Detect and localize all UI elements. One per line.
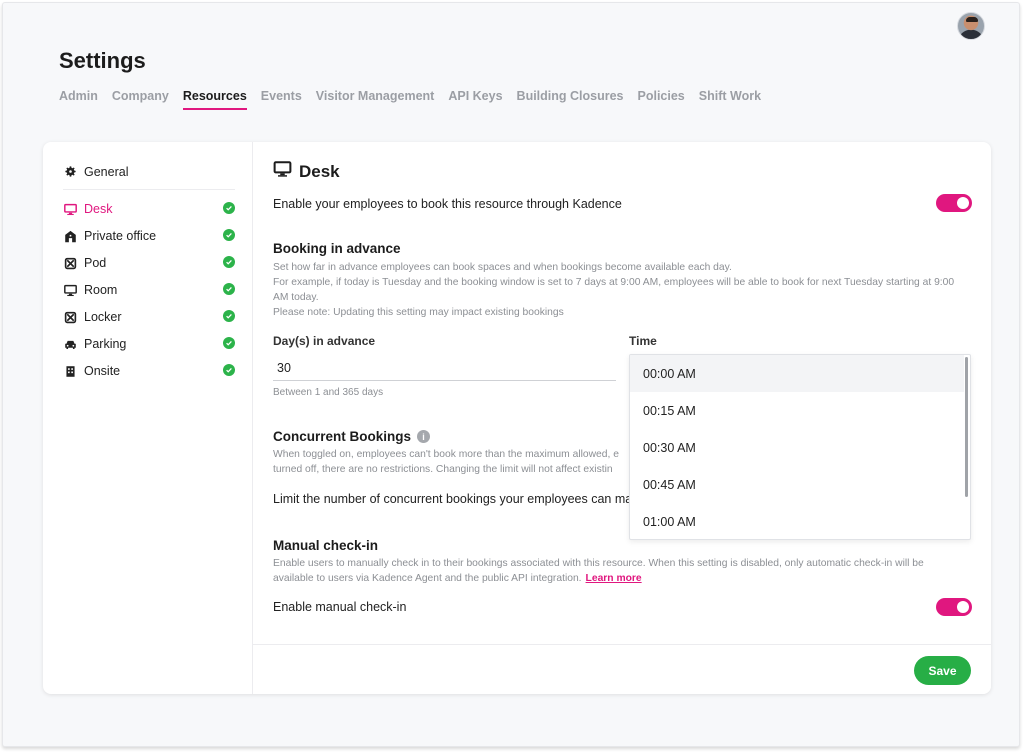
info-icon[interactable]: i <box>417 430 430 443</box>
sidebar-item-private-office[interactable]: Private office <box>63 226 235 246</box>
check-icon <box>223 337 235 349</box>
settings-tabs: Admin Company Resources Events Visitor M… <box>59 89 775 110</box>
booking-advance-desc: Set how far in advance employees can boo… <box>273 262 732 273</box>
car-icon <box>63 337 77 351</box>
footer-bar: Save <box>253 644 991 694</box>
tab-building-closures[interactable]: Building Closures <box>517 89 624 110</box>
concurrent-bookings-desc: When toggled on, employees can't book mo… <box>273 449 619 460</box>
concurrent-bookings-title: Concurrent Bookings <box>273 429 412 444</box>
tab-events[interactable]: Events <box>261 89 302 110</box>
check-icon <box>223 310 235 322</box>
locker-icon <box>63 310 77 324</box>
time-option[interactable]: 00:30 AM <box>630 429 964 466</box>
sidebar-item-label: Parking <box>84 337 127 351</box>
tab-policies[interactable]: Policies <box>638 89 685 110</box>
user-avatar[interactable] <box>957 12 985 40</box>
manual-checkin-desc: Enable users to manually check in to the… <box>273 558 924 569</box>
door-icon <box>63 229 77 243</box>
tab-api-keys[interactable]: API Keys <box>448 89 502 110</box>
time-option[interactable]: 00:15 AM <box>630 392 964 429</box>
tab-visitor-management[interactable]: Visitor Management <box>316 89 435 110</box>
sidebar-item-onsite[interactable]: Onsite <box>63 361 235 381</box>
time-option[interactable]: 00:00 AM <box>630 355 964 392</box>
check-icon <box>223 256 235 268</box>
monitor-icon <box>273 160 292 183</box>
sidebar-item-general[interactable]: General <box>63 162 235 190</box>
sidebar-item-label: Onsite <box>84 364 121 378</box>
resource-sidebar: General Desk Private office Pod Room Loc… <box>43 142 253 694</box>
monitor-icon <box>63 202 77 216</box>
sidebar-item-pod[interactable]: Pod <box>63 253 235 273</box>
booking-advance-title: Booking in advance <box>273 241 401 256</box>
check-icon <box>223 229 235 241</box>
manual-checkin-title: Manual check-in <box>273 538 379 553</box>
tab-resources[interactable]: Resources <box>182 89 247 110</box>
dropdown-scrollbar[interactable] <box>965 357 968 497</box>
section-title: Desk <box>299 161 340 181</box>
time-dropdown[interactable]: 00:00 AM 00:15 AM 00:30 AM 00:45 AM 01:0… <box>629 354 971 540</box>
check-icon <box>223 202 235 214</box>
sidebar-item-label: Locker <box>84 310 122 324</box>
time-option[interactable]: 01:00 AM <box>630 503 964 539</box>
monitor-icon <box>63 283 77 297</box>
days-in-advance-hint: Between 1 and 365 days <box>273 387 384 398</box>
save-button[interactable]: Save <box>914 656 971 685</box>
manual-checkin-label: Enable manual check-in <box>273 600 407 614</box>
learn-more-link[interactable]: Learn more <box>586 573 642 584</box>
manual-checkin-desc-2: available to users via Kadence Agent and… <box>273 573 642 584</box>
pod-icon <box>63 256 77 270</box>
tab-company[interactable]: Company <box>112 89 169 110</box>
sidebar-item-label: Room <box>84 283 118 297</box>
manual-checkin-toggle[interactable] <box>936 598 972 616</box>
sidebar-item-room[interactable]: Room <box>63 280 235 300</box>
page-title: Settings <box>59 48 146 73</box>
sidebar-item-label: Private office <box>84 229 157 243</box>
sidebar-item-label: Desk <box>84 202 113 216</box>
section-header: Desk <box>273 160 340 183</box>
tab-admin[interactable]: Admin <box>59 89 98 110</box>
concurrent-limit-label: Limit the number of concurrent bookings … <box>273 492 633 506</box>
time-label: Time <box>629 334 657 348</box>
days-in-advance-label: Day(s) in advance <box>273 334 376 348</box>
enable-booking-toggle[interactable] <box>936 194 972 212</box>
sidebar-item-locker[interactable]: Locker <box>63 307 235 327</box>
sidebar-item-label: Pod <box>84 256 107 270</box>
time-option[interactable]: 00:45 AM <box>630 466 964 503</box>
tab-shift-work[interactable]: Shift Work <box>699 89 761 110</box>
gear-icon <box>63 165 77 179</box>
check-icon <box>223 364 235 376</box>
concurrent-bookings-desc-2: turned off, there are no restrictions. C… <box>273 464 613 475</box>
booking-advance-note: Please note: Updating this setting may i… <box>273 307 564 318</box>
enable-booking-label: Enable your employees to book this resou… <box>273 197 622 211</box>
sidebar-item-parking[interactable]: Parking <box>63 334 235 354</box>
booking-advance-example: For example, if today is Tuesday and the… <box>273 277 955 303</box>
days-in-advance-input[interactable] <box>273 356 616 381</box>
building-icon <box>63 364 77 378</box>
sidebar-item-desk[interactable]: Desk <box>63 199 235 219</box>
sidebar-item-label: General <box>84 164 129 179</box>
check-icon <box>223 283 235 295</box>
